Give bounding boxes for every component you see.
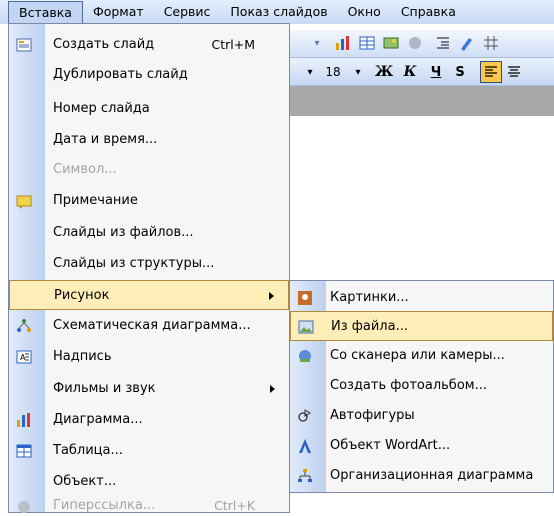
font-size-dropdown-icon[interactable]: ▾ <box>352 65 364 79</box>
menu-window[interactable]: Окно <box>338 1 391 23</box>
menu-item-chart[interactable]: Диаграмма... <box>9 405 289 435</box>
menu-item-shortcut: Ctrl+K <box>214 498 255 513</box>
menu-item-comment[interactable]: Примечание <box>9 186 289 216</box>
submenu-item-wordart[interactable]: Объект WordArt... <box>290 431 553 461</box>
menu-item-label: Символ... <box>53 162 117 177</box>
menu-item-label: Номер слайда <box>53 101 150 116</box>
submenu-item-label: Картинки... <box>330 290 409 305</box>
insert-menu: Создать слайд Ctrl+M Дублировать слайд Н… <box>8 23 290 513</box>
submenu-item-label: Из файла... <box>331 319 408 334</box>
submenu-arrow-icon <box>270 385 275 393</box>
menu-item-label: Диаграмма... <box>53 412 143 427</box>
menu-item-label: Слайды из файлов... <box>53 225 194 240</box>
menu-item-duplicate-slide[interactable]: Дублировать слайд <box>9 60 289 90</box>
italic-button[interactable]: К <box>400 63 420 81</box>
menu-item-label: Дата и время... <box>53 132 158 147</box>
menu-item-slide-number[interactable]: Номер слайда <box>9 94 289 124</box>
menu-item-label: Создать слайд <box>53 37 155 52</box>
submenu-item-autoshapes[interactable]: Автофигуры <box>290 401 553 431</box>
menu-item-label: Надпись <box>53 349 112 364</box>
table-icon[interactable] <box>358 34 376 52</box>
comment-icon <box>15 192 33 210</box>
grid-icon[interactable] <box>482 34 500 52</box>
submenu-item-label: Объект WordArt... <box>330 438 451 453</box>
submenu-item-photo-album[interactable]: Создать фотоальбом... <box>290 371 553 401</box>
menu-item-label: Рисунок <box>54 288 110 303</box>
menu-item-new-slide[interactable]: Создать слайд Ctrl+M <box>9 30 289 60</box>
indent-icon[interactable] <box>434 34 452 52</box>
menu-item-label: Примечание <box>53 193 138 208</box>
chart-icon <box>15 411 33 429</box>
font-size-field[interactable]: 18 <box>318 63 348 81</box>
menu-item-label: Объект... <box>53 474 117 489</box>
slide-area[interactable] <box>290 116 554 286</box>
submenu-item-label: Создать фотоальбом... <box>330 378 487 393</box>
submenu-item-from-file[interactable]: Из файла... <box>290 311 553 341</box>
menu-item-symbol[interactable]: Символ... <box>9 155 289 185</box>
menu-item-hyperlink[interactable]: Гиперссылка... Ctrl+K <box>9 498 289 513</box>
menu-item-table[interactable]: Таблица... <box>9 436 289 466</box>
menu-bar: Вставка Формат Сервис Показ слайдов Окно… <box>0 0 554 24</box>
menu-item-textbox[interactable]: A Надпись <box>9 342 289 372</box>
clipart-icon[interactable] <box>406 34 424 52</box>
table-icon <box>15 442 33 460</box>
menu-item-slides-from-outline[interactable]: Слайды из структуры... <box>9 249 289 279</box>
submenu-item-org-chart[interactable]: Организационная диаграмма <box>290 461 553 491</box>
insert-picture-icon[interactable] <box>382 34 400 52</box>
font-dropdown-arrow-icon[interactable]: ▾ <box>304 65 316 79</box>
menu-help[interactable]: Справка <box>391 1 466 23</box>
menu-insert[interactable]: Вставка <box>8 1 83 23</box>
picture-from-file-icon <box>297 318 315 336</box>
menu-item-label: Схематическая диаграмма... <box>53 318 251 333</box>
shadow-button[interactable]: S <box>450 63 470 81</box>
scanner-icon <box>296 347 314 365</box>
menu-item-movies-sound[interactable]: Фильмы и звук <box>9 374 289 404</box>
workspace-gray <box>290 86 554 116</box>
autoshapes-icon <box>296 407 314 425</box>
wordart-icon <box>296 437 314 455</box>
underline-button[interactable]: Ч <box>426 63 446 81</box>
edit-icon[interactable] <box>458 34 476 52</box>
submenu-item-label: Автофигуры <box>330 408 415 423</box>
menu-item-shortcut: Ctrl+M <box>211 37 256 52</box>
menu-item-picture[interactable]: Рисунок <box>9 280 289 310</box>
menu-item-diagram[interactable]: Схематическая диаграмма... <box>9 311 289 341</box>
diagram-icon <box>15 317 33 335</box>
hyperlink-icon <box>15 498 33 516</box>
submenu-item-clipart[interactable]: Картинки... <box>290 283 553 313</box>
textbox-icon: A <box>15 348 33 366</box>
standard-toolbar: ▾ <box>290 30 554 58</box>
menu-item-object[interactable]: Объект... <box>9 467 289 497</box>
formatting-toolbar: ▾ 18 ▾ Ж К Ч S <box>290 58 554 86</box>
menu-slideshow[interactable]: Показ слайдов <box>220 1 337 23</box>
chart-icon[interactable] <box>334 34 352 52</box>
align-left-button[interactable] <box>480 61 502 83</box>
menu-tools[interactable]: Сервис <box>154 1 221 23</box>
menu-item-label: Слайды из структуры... <box>53 256 215 271</box>
submenu-item-scanner[interactable]: Со сканера или камеры... <box>290 341 553 371</box>
new-slide-icon <box>15 36 33 54</box>
org-chart-icon <box>296 467 314 485</box>
menu-item-slides-from-files[interactable]: Слайды из файлов... <box>9 218 289 248</box>
menu-item-label: Фильмы и звук <box>53 381 156 396</box>
dropdown-arrow-icon[interactable]: ▾ <box>310 36 324 50</box>
submenu-arrow-icon <box>269 292 274 300</box>
menu-item-label: Дублировать слайд <box>53 67 188 82</box>
menu-item-label: Гиперссылка... <box>53 498 156 513</box>
picture-submenu: Картинки... Из файла... Со сканера или к… <box>289 280 554 493</box>
menu-format[interactable]: Формат <box>83 1 154 23</box>
align-center-button[interactable] <box>504 62 524 82</box>
submenu-item-label: Со сканера или камеры... <box>330 348 505 363</box>
menu-item-label: Таблица... <box>53 443 123 458</box>
clipart-icon <box>296 289 314 307</box>
bold-button[interactable]: Ж <box>374 63 394 81</box>
submenu-item-label: Организационная диаграмма <box>330 468 534 483</box>
menu-item-date-time[interactable]: Дата и время... <box>9 125 289 155</box>
